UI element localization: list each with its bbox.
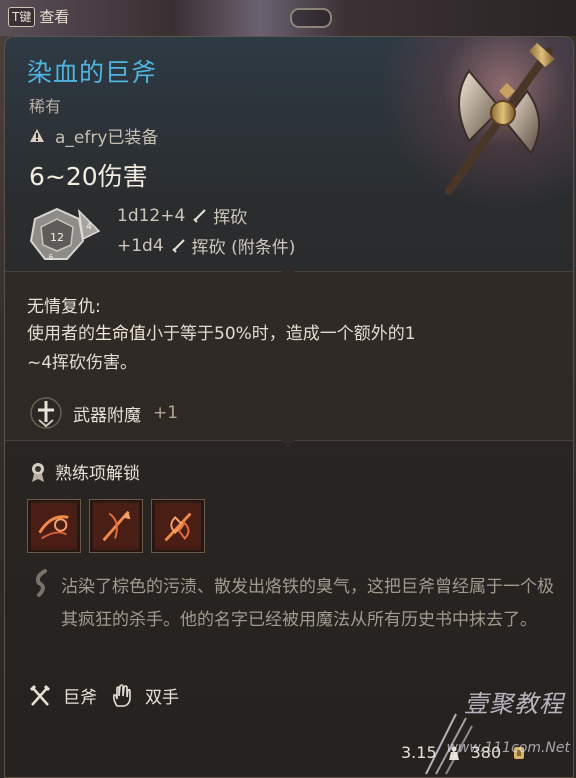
enchant-sword-icon (30, 397, 62, 429)
proficiency-unlock: 熟练项解锁 (29, 459, 140, 484)
axe-strike-ability-icon (155, 502, 201, 550)
weapon-enchant: 武器附魔 +1 (29, 396, 178, 430)
t-key-label: T键 (8, 6, 36, 27)
item-tooltip: 染血的巨斧 稀有 a_efry已装备 6~20伤害 12 4 6 1d12+4 (4, 36, 574, 778)
equipped-status: a_efry已装备 (29, 123, 158, 148)
hand-icon (113, 683, 131, 707)
watermark-url: www.111com.Net (446, 740, 570, 756)
damage-type: 挥砍 (附条件) (191, 238, 296, 258)
item-rarity: 稀有 (29, 97, 62, 116)
dice-small-label: 6 (48, 253, 53, 262)
damage-line: +1d4 挥砍 (附条件) (117, 233, 296, 259)
perk-description: 使用者的生命值小于等于50%时，造成一个额外的1 ~4挥砍伤害。 (27, 320, 527, 378)
medal-icon (32, 462, 44, 482)
quill-icon (35, 569, 47, 597)
perk-desc-prefix: 使用者的 (27, 324, 95, 344)
scroll-indicator[interactable] (290, 8, 332, 28)
perk-title: 无情复仇: (27, 297, 101, 317)
dice-icon: 12 4 6 (29, 207, 101, 262)
game-background-strip (0, 0, 576, 36)
tag-label: 双手 (145, 688, 179, 708)
damage-line: 1d12+4 挥砍 (117, 203, 248, 229)
crossed-axes-icon (29, 684, 51, 706)
dice-d4-label: 4 (86, 222, 92, 232)
enchant-value: +1 (153, 403, 179, 423)
ability-slot-1[interactable] (27, 499, 81, 553)
tag-two-handed: 双手 (111, 683, 179, 708)
divider-notch (281, 264, 295, 272)
equipped-text: a_efry已装备 (55, 128, 159, 148)
cleave-ability-icon (31, 502, 77, 550)
lore-text: 沾染了棕色的污渍、散发出烙铁的臭气，这把巨斧曾经属于一个极其疯狂的杀手。他的名字… (61, 577, 554, 630)
item-name: 染血的巨斧 (27, 58, 158, 87)
damage-dice: +1d4 (117, 235, 164, 256)
damage-summary: 6~20伤害 (29, 162, 148, 191)
inspect-label: 查看 (39, 8, 70, 26)
game-screen: T键 查看 染血的巨斧 稀有 a_efry已装备 6~20伤害 12 4 6 1… (0, 0, 576, 778)
tag-greataxe: 巨斧 (29, 683, 97, 708)
hp-keyword[interactable]: 生命值 (95, 324, 146, 344)
inspect-hint[interactable]: T键 查看 (8, 6, 69, 27)
proficiency-label: 熟练项解锁 (55, 464, 140, 484)
dice-d12-label: 12 (50, 231, 64, 244)
tag-label: 巨斧 (63, 688, 97, 708)
greataxe-image (445, 43, 555, 195)
lacerate-ability-icon (93, 502, 139, 550)
item-tags: 巨斧 双手 (29, 683, 179, 708)
weight-value: 3.15 (401, 743, 437, 762)
damage-type: 挥砍 (213, 208, 248, 228)
perk-section: 无情复仇: 使用者的生命值小于等于50%时，造成一个额外的1 ~4挥砍伤害。 武… (5, 264, 573, 448)
ability-slot-3[interactable] (151, 499, 205, 553)
slash-icon (193, 208, 207, 223)
ability-list (27, 499, 205, 553)
slash-icon (171, 238, 185, 253)
ability-slot-2[interactable] (89, 499, 143, 553)
enchant-label: 武器附魔 (73, 405, 141, 426)
divider-notch (281, 440, 295, 448)
damage-dice: 1d12+4 (117, 205, 186, 226)
watermark-text: 壹聚教程 (464, 690, 564, 718)
warning-icon (30, 128, 44, 142)
